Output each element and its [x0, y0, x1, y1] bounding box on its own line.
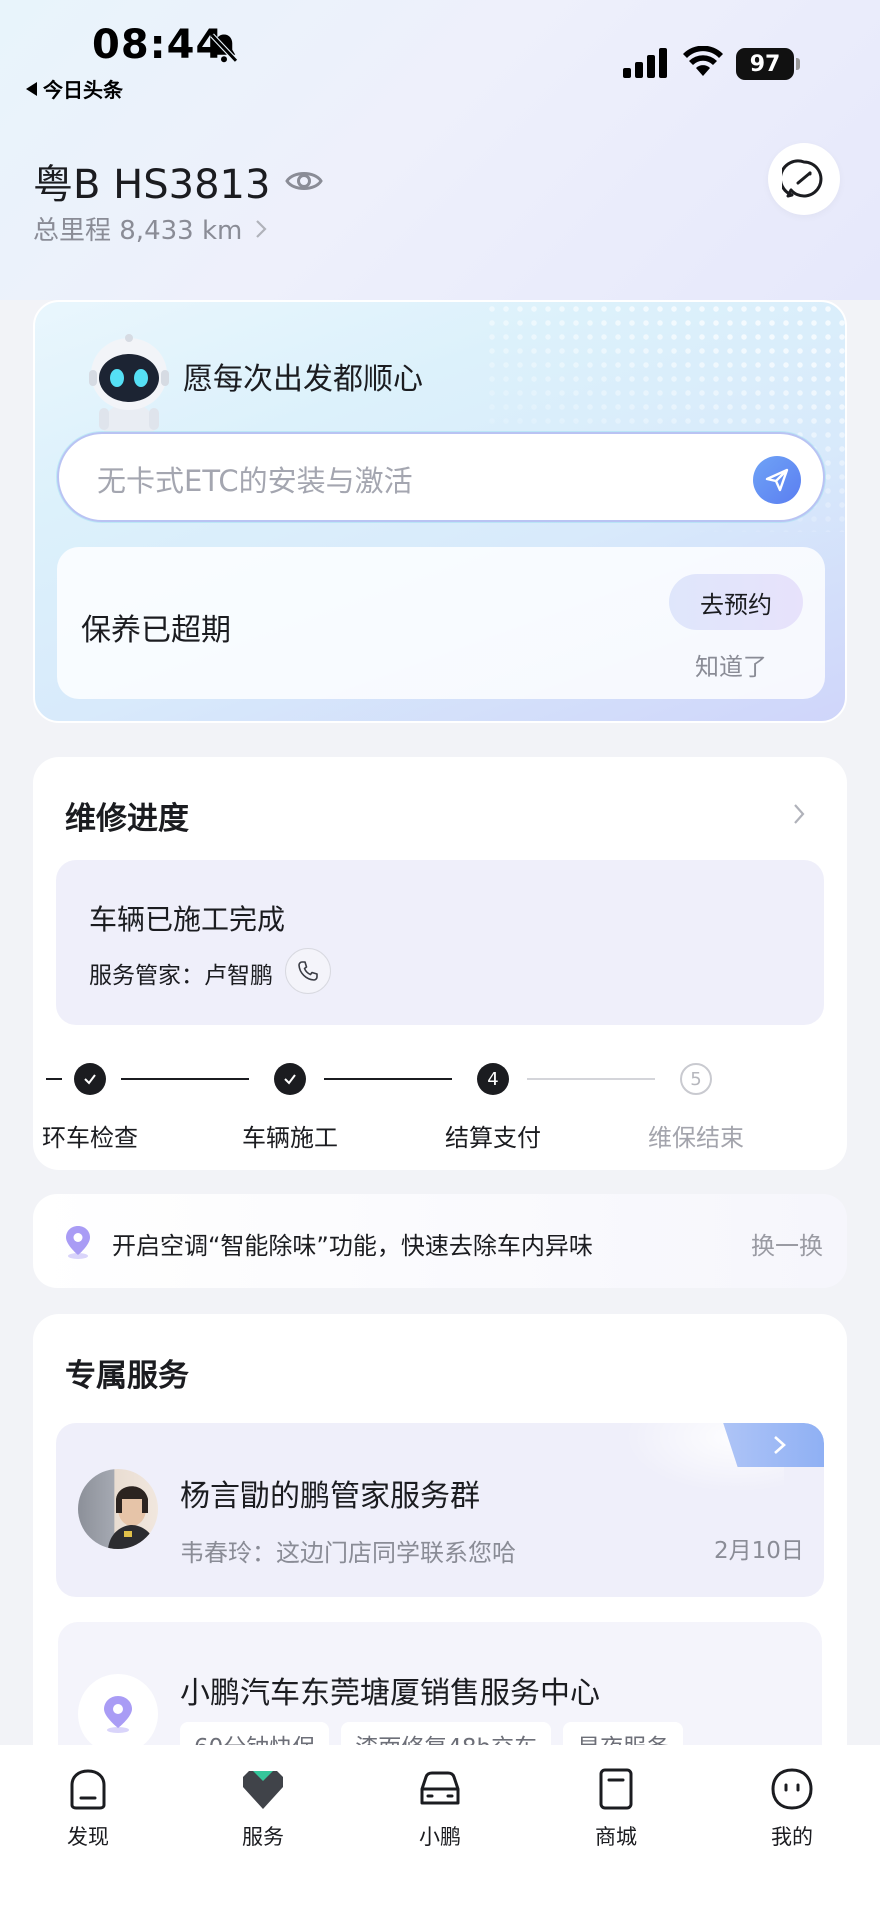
- chevron-right-icon: [256, 219, 267, 238]
- battery-indicator: 97: [736, 48, 794, 80]
- step-label: 结算支付: [445, 1124, 541, 1152]
- cellular-signal-icon: [623, 48, 667, 78]
- services-title: 专属服务: [65, 1358, 189, 1394]
- nav-label: 小鹏: [419, 1825, 461, 1849]
- send-button[interactable]: [753, 456, 801, 504]
- profile-icon: [771, 1768, 813, 1810]
- repair-title: 维修进度: [65, 801, 189, 837]
- eye-icon[interactable]: [284, 161, 324, 201]
- exclusive-services-card: 专属服务 杨言勖的鹏管家服务群 韦春玲：这边门店同学联系您哈 2月10日 小鹏汽…: [33, 1314, 847, 1774]
- nav-item-discover[interactable]: 发现: [33, 1765, 143, 1851]
- service-advisor: 服务管家：卢智鹏: [89, 963, 273, 989]
- bottom-navigation: 发现 服务 小鹏 商城 我的: [0, 1745, 880, 1912]
- assistant-input-placeholder: 无卡式ETC的安装与激活: [97, 464, 413, 498]
- step-1-done-icon: [74, 1063, 106, 1095]
- maintenance-text: 保养已超期: [81, 613, 231, 648]
- nav-item-car[interactable]: 小鹏: [385, 1765, 495, 1851]
- assistant-greeting: 愿每次出发都顺心: [183, 362, 423, 397]
- assistant-search-input[interactable]: 无卡式ETC的安装与激活: [57, 432, 825, 522]
- step-label: 维保结束: [648, 1124, 744, 1152]
- step-connector: [46, 1078, 62, 1080]
- service-group-item[interactable]: 杨言勖的鹏管家服务群 韦春玲：这边门店同学联系您哈 2月10日: [56, 1423, 824, 1597]
- location-pin-icon: [66, 1226, 90, 1259]
- call-advisor-button[interactable]: [285, 948, 331, 994]
- step-label: 车辆施工: [242, 1124, 338, 1152]
- repair-status-text: 车辆已施工完成: [89, 903, 286, 936]
- chat-bubble-icon: [782, 159, 823, 198]
- car-icon: [420, 1771, 460, 1805]
- robot-mascot-icon: [89, 334, 169, 442]
- group-last-message: 韦春玲：这边门店同学联系您哈: [180, 1539, 516, 1567]
- assistant-card: 愿每次出发都顺心 无卡式ETC的安装与激活 保养已超期 去预约 知道了: [33, 300, 847, 723]
- nav-item-profile[interactable]: 我的: [737, 1765, 847, 1851]
- tip-text: 开启空调“智能除味”功能，快速去除车内异味: [112, 1232, 593, 1260]
- back-app-label: 今日头条: [43, 78, 123, 102]
- dismiss-button[interactable]: 知道了: [695, 647, 767, 682]
- mileage-text: 总里程 8,433 km: [33, 216, 243, 246]
- nav-item-service[interactable]: 服务: [208, 1765, 318, 1851]
- paper-plane-icon: [765, 468, 789, 492]
- group-message-date: 2月10日: [714, 1538, 804, 1564]
- license-plate: 粤B HS3813: [33, 152, 324, 210]
- nav-label: 我的: [771, 1825, 813, 1849]
- repair-steps: 4 5 环车检查 车辆施工 结算支付 维保结束: [33, 1052, 847, 1162]
- repair-status-box: 车辆已施工完成 服务管家：卢智鹏: [56, 860, 824, 1025]
- book-appointment-button[interactable]: 去预约: [669, 574, 803, 630]
- wifi-icon: [683, 46, 723, 76]
- phone-icon: [298, 961, 318, 981]
- nav-label: 服务: [242, 1825, 284, 1849]
- shop-icon: [599, 1768, 633, 1810]
- avatar: [78, 1469, 158, 1549]
- chevron-right-icon: [774, 1436, 786, 1454]
- status-time: 08:44: [92, 22, 225, 68]
- step-4-pending: 5: [680, 1063, 712, 1095]
- step-connector: [121, 1078, 249, 1080]
- chevron-right-icon: [794, 804, 805, 824]
- message-button[interactable]: [768, 143, 840, 215]
- total-mileage[interactable]: 总里程 8,433 km: [33, 210, 268, 247]
- step-2-done-icon: [274, 1063, 306, 1095]
- step-label: 环车检查: [42, 1124, 138, 1152]
- tip-bar[interactable]: 开启空调“智能除味”功能，快速去除车内异味 换一换: [33, 1194, 847, 1288]
- nav-label: 发现: [67, 1825, 109, 1849]
- step-connector: [324, 1078, 452, 1080]
- group-name: 杨言勖的鹏管家服务群: [180, 1479, 480, 1514]
- back-triangle-icon: [26, 81, 37, 96]
- nav-label: 商城: [595, 1825, 637, 1849]
- step-3-current: 4: [477, 1063, 509, 1095]
- step-connector: [527, 1078, 655, 1080]
- status-bar: 08:44 今日头条 97: [0, 0, 880, 110]
- swap-tip-button[interactable]: 换一换: [751, 1226, 823, 1261]
- home-icon: [70, 1769, 106, 1810]
- store-location-icon: [78, 1674, 158, 1754]
- plate-number: 粤B HS3813: [33, 162, 271, 208]
- maintenance-notice: 保养已超期 去预约 知道了: [57, 547, 825, 699]
- mute-bell-icon: [210, 33, 238, 63]
- service-icon: [243, 1771, 283, 1809]
- store-name: 小鹏汽车东莞塘厦销售服务中心: [180, 1676, 600, 1711]
- nav-item-shop[interactable]: 商城: [561, 1765, 671, 1851]
- back-to-app-link[interactable]: 今日头条: [26, 74, 123, 103]
- battery-cap: [796, 58, 800, 70]
- repair-progress-card[interactable]: 维修进度 车辆已施工完成 服务管家：卢智鹏 4 5 环车检查 车辆施工 结算支付…: [33, 757, 847, 1170]
